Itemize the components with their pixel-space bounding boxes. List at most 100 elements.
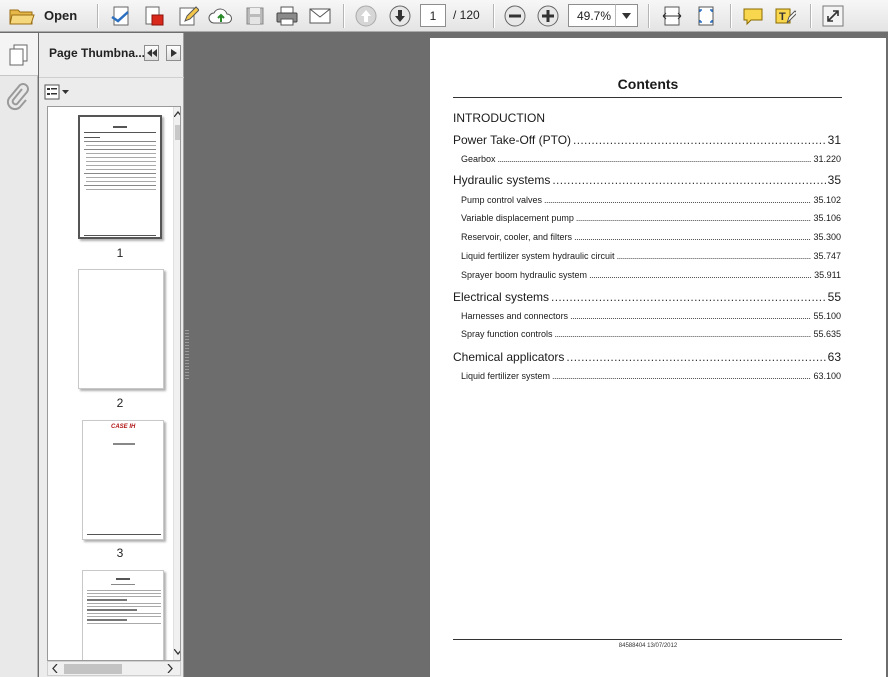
chevron-down-icon (622, 12, 631, 19)
toc-leader-dots (551, 290, 826, 304)
expand-fullscreen-icon[interactable] (820, 3, 846, 28)
scrollbar-thumb[interactable] (64, 664, 122, 674)
toc-entry-title: Spray function controls (461, 329, 553, 339)
panel-resize-handle[interactable] (185, 330, 189, 380)
toc-leader-dots (552, 173, 825, 187)
zoom-in-icon[interactable] (534, 3, 562, 28)
thumbnail-page-1[interactable] (78, 115, 162, 239)
previous-page-icon[interactable] (352, 3, 380, 28)
toc-entry[interactable]: Variable displacement pump 35.106 (453, 213, 841, 223)
toc-leader-dots (498, 154, 812, 164)
save-disk-icon[interactable] (242, 3, 268, 28)
toc-entry[interactable]: Power Take-Off (PTO) 31 (453, 133, 841, 147)
toc-entry-title: Harnesses and connectors (461, 311, 569, 321)
paperclip-icon (6, 83, 29, 111)
toc-entry[interactable]: Spray function controls 55.635 (453, 329, 841, 339)
toc-entry-page: 63.100 (813, 371, 841, 381)
thumbnail-number: 3 (116, 546, 124, 560)
toc-entry-title: Hydraulic systems (453, 173, 551, 187)
fit-width-icon[interactable] (659, 3, 685, 28)
toc-entry-page: 35.102 (813, 195, 841, 205)
page-number-input[interactable]: 1 (420, 4, 446, 27)
toc-leader-dots (573, 133, 826, 147)
comment-bubble-icon[interactable] (740, 3, 766, 28)
toc-entry-title: Sprayer boom hydraulic system (461, 270, 588, 280)
toc-entry[interactable]: Reservoir, cooler, and filters 35.300 (453, 232, 841, 242)
open-button[interactable]: Open (44, 8, 77, 23)
email-envelope-icon[interactable] (306, 3, 334, 28)
toc-entry[interactable]: Sprayer boom hydraulic system 35.911 (453, 270, 841, 280)
thumbnail-page-4[interactable] (82, 570, 164, 660)
pages-icon (9, 44, 28, 66)
thumbnails-vertical-scrollbar[interactable] (173, 107, 180, 660)
scrollbar-thumb[interactable] (175, 125, 180, 140)
thumbnails-list[interactable]: 1 2 CASE IH 3 (47, 106, 181, 661)
toc-leader-dots (617, 251, 812, 261)
toc-entry-title: Pump control valves (461, 195, 543, 205)
thumbnail-number: 1 (116, 246, 124, 260)
toc-entry-title: Gearbox (461, 154, 496, 164)
toc-leader-dots (570, 311, 811, 321)
convert-pdf-icon[interactable] (141, 3, 167, 28)
document-page: Contents INTRODUCTION Power Take-Off (PT… (430, 38, 886, 677)
chevron-down-icon (174, 649, 180, 655)
toc-leader-dots (576, 213, 812, 223)
toc-entry[interactable]: Electrical systems 55 (453, 290, 841, 304)
toc-entry[interactable]: Chemical applicators 63 (453, 350, 841, 364)
toc-entry[interactable]: Liquid fertilizer system hydraulic circu… (453, 251, 841, 261)
toc-entry-title: Reservoir, cooler, and filters (461, 232, 573, 242)
toc-entry[interactable]: Hydraulic systems 35 (453, 173, 841, 187)
toc-entry-page: 35.300 (813, 232, 841, 242)
toc-entry-title: Power Take-Off (PTO) (453, 133, 572, 147)
toc-entry-page: 35.747 (813, 251, 841, 261)
print-icon[interactable] (273, 3, 301, 28)
toc-entry-page: 35 (827, 173, 841, 187)
zoom-dropdown-button[interactable] (615, 4, 638, 27)
toc-entry[interactable]: Liquid fertilizer system 63.100 (453, 371, 841, 381)
chevron-left-icon (52, 664, 58, 673)
options-list-icon (44, 84, 69, 100)
page-total-label: / 120 (453, 8, 480, 22)
chevron-up-icon (174, 111, 180, 117)
toc-entry[interactable]: Pump control valves 35.102 (453, 195, 841, 205)
toc-leader-dots (566, 350, 825, 364)
edit-document-icon[interactable] (175, 3, 201, 28)
upload-cloud-icon[interactable] (207, 3, 235, 28)
intro-heading: INTRODUCTION (453, 111, 545, 125)
page-footer: 84588404 13/07/2012 (618, 643, 678, 649)
toc-entry-title: Chemical applicators (453, 350, 565, 364)
toc-entry-page: 55.100 (813, 311, 841, 321)
double-chevron-left-icon (146, 49, 157, 57)
create-pdf-icon[interactable] (108, 3, 134, 28)
panel-forward-button[interactable] (166, 45, 181, 61)
toc-entry-title: Variable displacement pump (461, 213, 574, 223)
main-toolbar: Open 1 / 120 49.7% T (0, 0, 888, 32)
fit-page-icon[interactable] (693, 3, 719, 28)
thumbnails-horizontal-scrollbar[interactable] (47, 661, 181, 676)
toc-entry-page: 63 (827, 350, 841, 364)
chevron-right-icon (167, 664, 173, 673)
toc-entry-title: Electrical systems (453, 290, 550, 304)
thumbnail-page-3[interactable]: CASE IH (82, 420, 164, 540)
options-menu-button[interactable] (44, 83, 70, 101)
page-thumbnails-tab[interactable] (0, 33, 38, 76)
thumbnails-panel: Page Thumbna... 1 2 CASE IH 3 (39, 33, 184, 677)
toc-entry-title: Liquid fertilizer system (461, 371, 551, 381)
zoom-out-icon[interactable] (501, 3, 529, 28)
toc-entry[interactable]: Harnesses and connectors 55.100 (453, 311, 841, 321)
navigation-pane-bar (0, 33, 38, 677)
open-folder-icon[interactable] (8, 3, 36, 28)
collapse-panel-button[interactable] (144, 45, 159, 61)
toc-leader-dots (574, 232, 811, 242)
toc-leader-dots (555, 329, 812, 339)
highlight-text-icon[interactable]: T (772, 3, 798, 28)
toc-entry-page: 35.911 (814, 270, 841, 280)
thumbnail-page-2[interactable] (78, 269, 164, 389)
toc-entry-page: 31.220 (813, 154, 841, 164)
brand-logo: CASE IH (111, 424, 136, 430)
attachments-tab[interactable] (6, 83, 32, 111)
page-title: Contents (617, 76, 679, 92)
toc-entry-page: 35.106 (813, 213, 841, 223)
next-page-icon[interactable] (386, 3, 414, 28)
toc-entry[interactable]: Gearbox 31.220 (453, 154, 841, 164)
